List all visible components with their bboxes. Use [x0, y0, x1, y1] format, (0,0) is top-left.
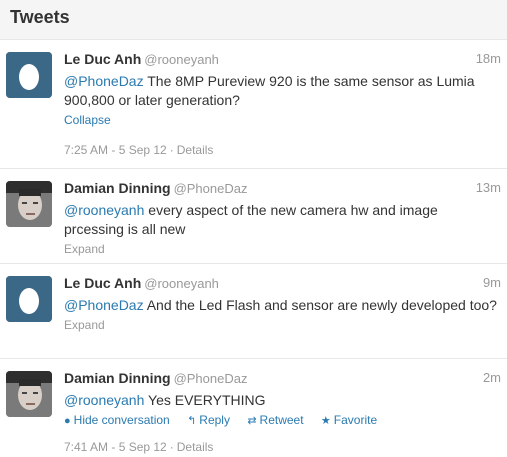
expand-link[interactable]: Expand: [64, 317, 500, 333]
egg-avatar[interactable]: [6, 52, 52, 98]
mention-link[interactable]: @PhoneDaz: [64, 73, 144, 89]
tweet-text: @rooneyanh Yes EVERYTHING: [64, 391, 500, 410]
author-handle[interactable]: @PhoneDaz: [174, 181, 248, 196]
author-name[interactable]: Damian Dinning: [64, 370, 171, 386]
reply-button[interactable]: ↰ Reply: [187, 412, 230, 429]
details-link[interactable]: Details: [177, 440, 214, 454]
profile-photo-icon: [6, 181, 52, 227]
tweet-date[interactable]: 7:25 AM - 5 Sep 12: [64, 143, 167, 157]
photo-avatar[interactable]: [6, 371, 52, 417]
separator: ·: [169, 143, 174, 157]
mention-link[interactable]: @PhoneDaz: [64, 297, 144, 313]
author-handle[interactable]: @rooneyanh: [144, 52, 219, 67]
photo-avatar[interactable]: [6, 181, 52, 227]
details-link[interactable]: Details: [177, 143, 214, 157]
page-title: Tweets: [10, 7, 70, 27]
tweet-item[interactable]: 13m Damian Dinning @PhoneDaz @rooneyanh e…: [0, 170, 507, 264]
tweet-body: Yes EVERYTHING: [144, 392, 266, 408]
author-handle[interactable]: @PhoneDaz: [174, 371, 248, 386]
separator: ·: [169, 440, 174, 454]
favorite-label: Favorite: [333, 413, 378, 427]
tweet-body: And the Led Flash and sensor are newly d…: [143, 297, 497, 313]
reply-label: Reply: [199, 413, 230, 427]
tweet-item[interactable]: 9m Le Duc Anh @rooneyanh @PhoneDaz And th…: [0, 265, 507, 359]
retweet-button[interactable]: ⇄ Retweet: [247, 412, 303, 429]
tweet-item[interactable]: 2m Damian Dinning @PhoneDaz @rooneyanh Ye…: [0, 360, 507, 457]
tweet-actions: ● Hide conversation ↰ Reply ⇄ Retweet ★ Favo…: [64, 412, 500, 429]
mention-link[interactable]: @rooneyanh: [64, 202, 144, 218]
collapse-link[interactable]: Collapse: [64, 112, 500, 128]
tweets-header: Tweets: [0, 0, 507, 40]
expand-link[interactable]: Expand: [64, 241, 500, 257]
chevron-up-icon: ●: [64, 415, 71, 427]
tweet-text: @PhoneDaz And the Led Flash and sensor a…: [64, 296, 500, 315]
tweet-text: @PhoneDaz The 8MP Pureview 920 is the sa…: [64, 72, 500, 110]
reply-icon: ↰: [187, 415, 197, 427]
author-handle[interactable]: @rooneyanh: [144, 276, 219, 291]
egg-icon: [6, 52, 52, 98]
egg-avatar[interactable]: [6, 276, 52, 322]
egg-icon: [6, 276, 52, 322]
hide-conversation-label: Hide conversation: [73, 413, 170, 427]
tweet-meta: 7:41 AM - 5 Sep 12 · Details: [64, 439, 500, 455]
author-name[interactable]: Damian Dinning: [64, 180, 171, 196]
profile-photo-icon: [6, 371, 52, 417]
retweet-label: Retweet: [259, 413, 304, 427]
tweet-meta: 7:25 AM - 5 Sep 12 · Details: [64, 142, 500, 158]
tweet-text: @rooneyanh every aspect of the new camer…: [64, 201, 500, 239]
hide-conversation-button[interactable]: ● Hide conversation: [64, 412, 170, 429]
author-name[interactable]: Le Duc Anh: [64, 51, 141, 67]
tweet-item[interactable]: 18m Le Duc Anh @rooneyanh @PhoneDaz The 8…: [0, 41, 507, 169]
star-icon: ★: [320, 415, 331, 427]
tweet-date[interactable]: 7:41 AM - 5 Sep 12: [64, 440, 167, 454]
favorite-button[interactable]: ★ Favorite: [321, 412, 377, 429]
retweet-icon: ⇄: [247, 415, 257, 427]
mention-link[interactable]: @rooneyanh: [64, 392, 144, 408]
author-name[interactable]: Le Duc Anh: [64, 275, 141, 291]
